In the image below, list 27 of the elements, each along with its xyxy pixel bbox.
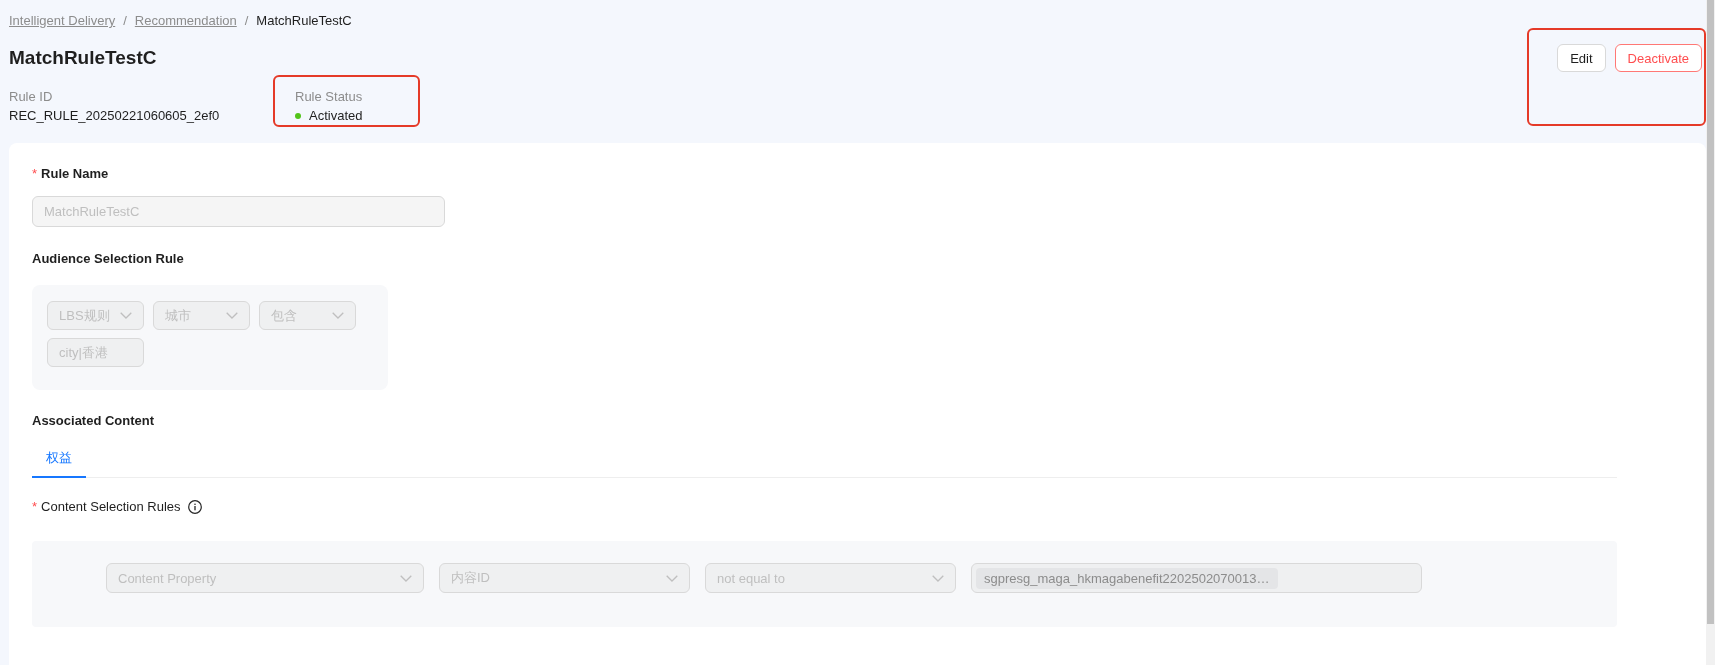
page-title: MatchRuleTestC — [9, 47, 158, 69]
field-label: Associated Content — [32, 412, 155, 430]
chevron-down-icon — [666, 574, 678, 582]
breadcrumb-current: MatchRuleTestC — [256, 12, 352, 30]
deactivate-button[interactable]: Deactivate — [1614, 44, 1702, 72]
rule-id-value: REC_RULE_20250221060605_2ef0 — [9, 107, 221, 125]
edit-button[interactable]: Edit — [1557, 44, 1606, 72]
info-icon — [187, 500, 202, 514]
field-label: Rule Status — [295, 88, 364, 106]
chevron-down-icon — [400, 574, 412, 582]
scrollbar-thumb[interactable] — [1707, 0, 1714, 624]
field-label: Audience Selection Rule — [32, 250, 184, 268]
field-label: Rule Name — [41, 165, 109, 183]
breadcrumb-separator: / — [123, 12, 127, 30]
status-value: Activated — [309, 107, 363, 125]
chevron-down-icon — [226, 312, 238, 319]
selected-value: sgpresg_maga_hkmagabenefit2202502070013… — [976, 567, 1278, 589]
required-mark: * — [32, 498, 38, 516]
chevron-down-icon — [120, 312, 132, 319]
breadcrumb-link[interactable]: Intelligent Delivery — [9, 11, 116, 31]
breadcrumb-link[interactable]: Recommendation — [134, 11, 237, 31]
chevron-down-icon — [932, 574, 944, 582]
field-label: Rule ID — [9, 88, 54, 106]
field-label: Content Selection Rules — [41, 498, 181, 516]
breadcrumb-separator: / — [244, 12, 249, 30]
chevron-down-icon — [332, 312, 344, 319]
required-mark: * — [32, 165, 38, 183]
